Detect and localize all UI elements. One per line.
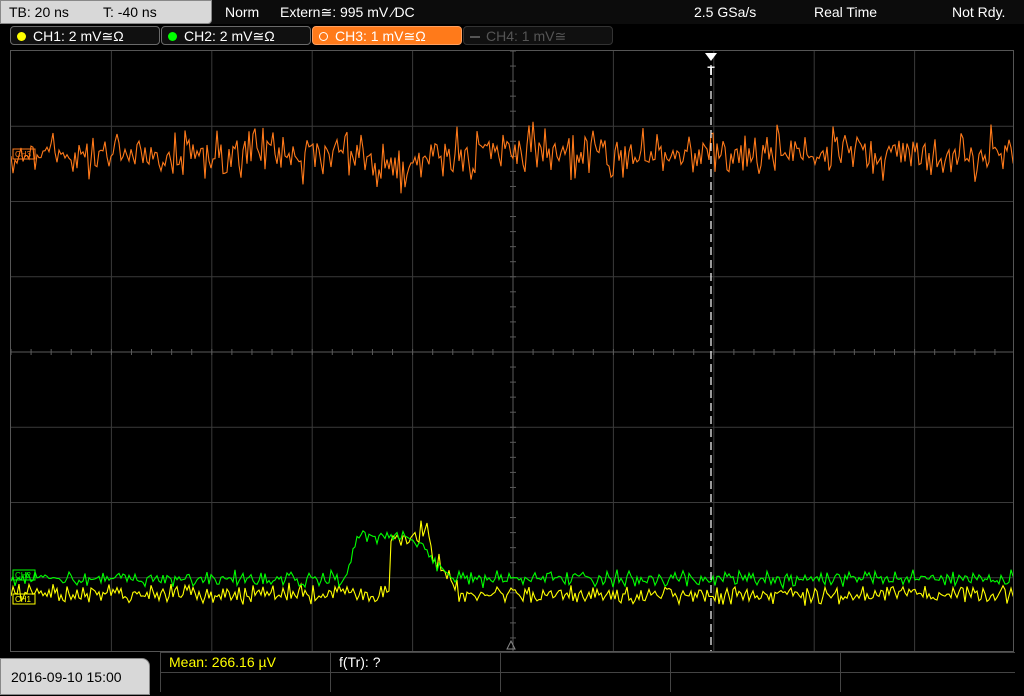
measurement-cell-3[interactable] — [500, 652, 670, 672]
channel-2-button[interactable]: CH2: 2 mV≅Ω — [161, 26, 311, 45]
channel-2-offset-marker[interactable]: CH2 — [12, 569, 36, 581]
measurement-table: Mean: 266.16 µV f(Tr): ? — [160, 652, 1020, 692]
channel-3-dot-icon — [319, 32, 328, 41]
channel-1-offset-marker[interactable]: CH1 — [12, 593, 36, 605]
trigger-time-label: T: -40 ns — [103, 4, 157, 20]
channel-1-marker-text: CH1 — [15, 595, 32, 604]
channel-1-label: CH1: 2 mV≅Ω — [33, 28, 124, 44]
waveform-display[interactable]: T CH3 CH2 CH1 — [10, 50, 1014, 652]
measurement-cell-9[interactable] — [670, 672, 840, 692]
trigger-status-label: Not Rdy. — [952, 4, 1006, 20]
trigger-arrow-icon[interactable] — [705, 53, 717, 61]
channel-4-label: CH4: 1 mV≅ — [486, 28, 567, 44]
channel-1-dot-icon — [17, 32, 26, 41]
measurement-cell-4[interactable] — [670, 652, 840, 672]
measurement-cell-5[interactable] — [840, 652, 1015, 672]
datetime-label: 2016-09-10 15:00 — [11, 669, 122, 685]
channel-2-dot-icon — [168, 32, 177, 41]
channel-3-marker-text: CH3 — [15, 150, 32, 159]
trigger-marker-label: T — [707, 64, 715, 78]
ftr-measurement[interactable]: f(Tr): ? — [330, 652, 500, 672]
channel-4-button[interactable]: CH4: 1 mV≅ — [463, 26, 613, 45]
datetime-panel[interactable]: 2016-09-10 15:00 — [0, 658, 150, 695]
channel-2-label: CH2: 2 mV≅Ω — [184, 28, 275, 44]
measurement-cell-6[interactable] — [160, 672, 330, 692]
channel-3-offset-marker[interactable]: CH3 — [12, 148, 36, 160]
bottom-bar: 2016-09-10 15:00 Mean: 266.16 µV f(Tr): … — [0, 652, 1024, 695]
measurement-cell-10[interactable] — [840, 672, 1015, 692]
channel-2-marker-text: CH2 — [15, 571, 32, 580]
channel-bar: CH1: 2 mV≅Ω CH2: 2 mV≅Ω CH3: 1 mV≅Ω CH4:… — [0, 26, 1024, 48]
top-status-bar: TB: 20 ns T: -40 ns Norm Extern≅: 995 mV… — [0, 0, 1024, 24]
mean-measurement[interactable]: Mean: 266.16 µV — [160, 652, 330, 672]
graticule — [11, 51, 1013, 651]
sample-rate-label[interactable]: 2.5 GSa/s — [694, 2, 756, 22]
timebase-panel[interactable]: TB: 20 ns T: -40 ns — [0, 0, 212, 24]
timebase-label: TB: 20 ns — [9, 4, 69, 20]
measurement-cell-7[interactable] — [330, 672, 500, 692]
realtime-label[interactable]: Real Time — [814, 2, 877, 22]
channel-3-button[interactable]: CH3: 1 mV≅Ω — [312, 26, 462, 45]
channel-3-label: CH3: 1 mV≅Ω — [335, 28, 426, 44]
acq-mode-label[interactable]: Norm — [225, 2, 259, 22]
channel-4-dash-icon — [470, 36, 480, 38]
trigger-source-label[interactable]: Extern≅: 995 mV ⁄DC — [280, 2, 415, 22]
channel-1-button[interactable]: CH1: 2 mV≅Ω — [10, 26, 160, 45]
measurement-cell-8[interactable] — [500, 672, 670, 692]
time-ref-icon — [506, 639, 516, 650]
waveform-svg: T CH3 CH2 CH1 — [11, 51, 1013, 651]
